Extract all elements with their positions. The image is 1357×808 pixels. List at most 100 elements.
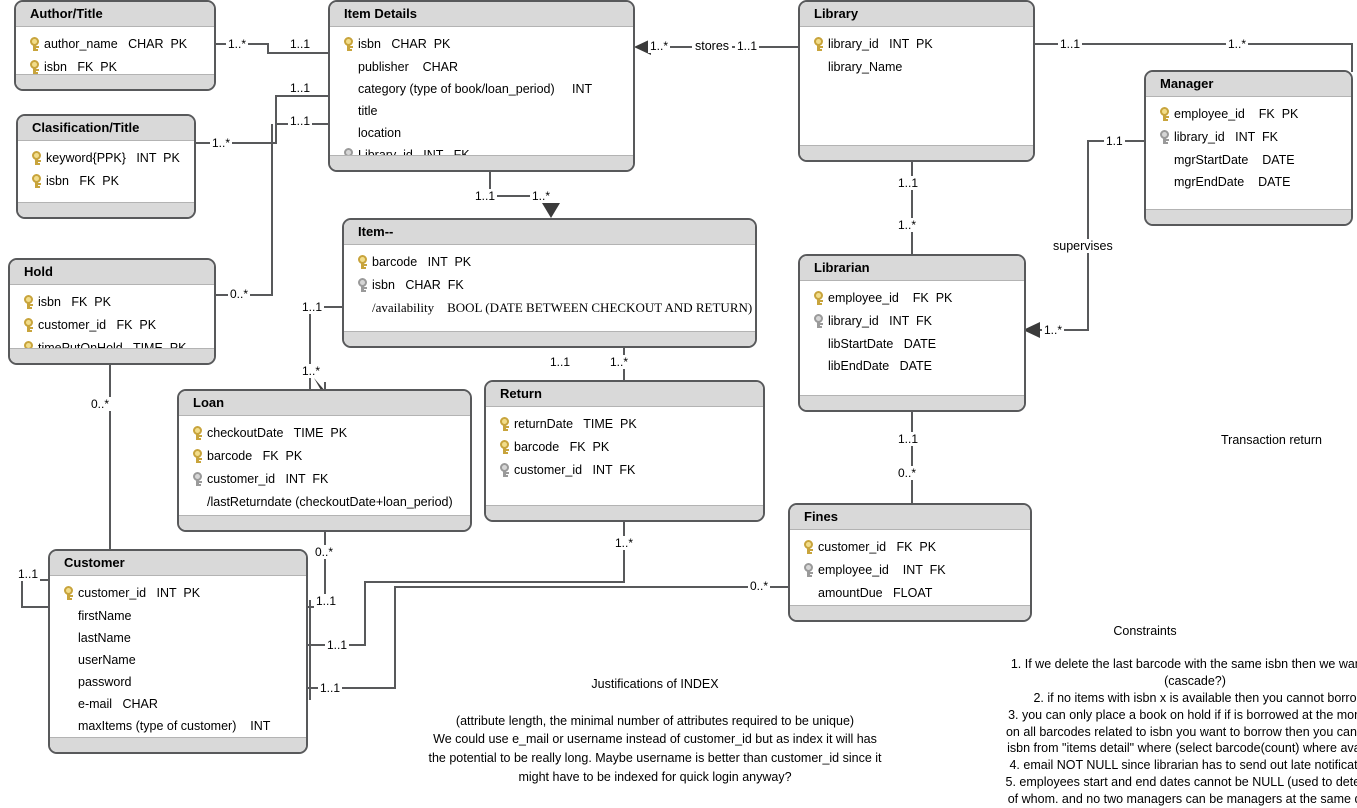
attribute-text: employee_id FK PK bbox=[1174, 107, 1299, 121]
entity-item[interactable]: Item-- barcode INT PK isbn CHAR FK /avai… bbox=[342, 218, 757, 348]
attribute-list: customer_id FK PK employee_id INT FK amo… bbox=[790, 530, 1030, 604]
entity-footer bbox=[18, 202, 194, 217]
attribute-row: password bbox=[50, 671, 306, 693]
attribute-row: employee_id FK PK bbox=[1146, 103, 1351, 126]
attribute-row: checkoutDate TIME PK bbox=[179, 422, 470, 445]
entity-title: Library bbox=[800, 2, 1033, 27]
attribute-row: barcode INT PK bbox=[344, 251, 755, 274]
er-diagram-canvas: Library (stores) --> bbox=[0, 0, 1357, 806]
cardinality-label-manager-left: 1.1 bbox=[1104, 134, 1125, 148]
key-icon-slot bbox=[808, 287, 828, 310]
entity-footer bbox=[1146, 209, 1351, 224]
attribute-row: userName bbox=[50, 649, 306, 671]
attribute-text: isbn CHAR FK bbox=[372, 278, 464, 292]
entity-footer bbox=[179, 515, 470, 530]
entity-loan[interactable]: Loan checkoutDate TIME PK barcode FK PK … bbox=[177, 389, 472, 532]
key-icon-slot bbox=[18, 291, 38, 314]
attribute-row: isbn CHAR PK bbox=[330, 33, 633, 56]
cardinality-label-itemdetails-bottom-left: 1..1 bbox=[473, 189, 498, 203]
attribute-row: barcode FK PK bbox=[486, 436, 763, 459]
foreign-key-icon bbox=[803, 563, 814, 577]
entity-customer[interactable]: Customer customer_id INT PK firstName la… bbox=[48, 549, 308, 754]
attribute-row: library_id INT FK bbox=[800, 310, 1024, 333]
entity-footer bbox=[330, 155, 633, 170]
attribute-list: employee_id FK PK library_id INT FK mgrS… bbox=[1146, 97, 1351, 193]
key-icon-slot bbox=[187, 422, 207, 445]
key-icon-slot bbox=[494, 459, 514, 482]
primary-key-icon bbox=[803, 540, 814, 554]
primary-key-icon bbox=[192, 426, 203, 440]
entity-footer bbox=[16, 74, 214, 89]
attribute-text: customer_id FK PK bbox=[818, 540, 937, 554]
attribute-row: title bbox=[330, 100, 633, 122]
entity-clasification-title[interactable]: Clasification/Title keyword{PPK} INT PK … bbox=[16, 114, 196, 219]
attribute-text: publisher CHAR bbox=[358, 60, 459, 74]
attribute-text: category (type of book/loan_period) INT bbox=[358, 82, 593, 96]
attribute-text: e-mail CHAR bbox=[78, 697, 158, 711]
key-icon-slot bbox=[808, 33, 828, 56]
entity-return[interactable]: Return returnDate TIME PK barcode FK PK … bbox=[484, 380, 765, 522]
attribute-text: library_id INT FK bbox=[1174, 130, 1278, 144]
cardinality-label-author-right: 1..* bbox=[226, 37, 249, 51]
key-icon-slot bbox=[352, 251, 372, 274]
primary-key-icon bbox=[357, 255, 368, 269]
entity-title: Item Details bbox=[330, 2, 633, 27]
key-icon-slot bbox=[1154, 126, 1174, 149]
attribute-text: libStartDate DATE bbox=[828, 337, 937, 351]
attribute-list: employee_id FK PK library_id INT FK libS… bbox=[800, 281, 1024, 377]
entity-manager[interactable]: Manager employee_id FK PK library_id INT… bbox=[1144, 70, 1353, 226]
entity-title: Return bbox=[486, 382, 763, 407]
cardinality-label-clasification-right: 1..* bbox=[210, 136, 233, 150]
key-icon-slot bbox=[798, 559, 818, 582]
primary-key-icon bbox=[499, 440, 510, 454]
entity-author-title[interactable]: Author/Title author_name CHAR PK isbn FK… bbox=[14, 0, 216, 91]
note-constraints-body: 1. If we delete the last barcode with th… bbox=[1005, 657, 1357, 806]
cardinality-label-item-bottom-left: 1..1 bbox=[548, 355, 573, 369]
key-icon-slot bbox=[494, 413, 514, 436]
foreign-key-icon bbox=[499, 463, 510, 477]
attribute-row: employee_id INT FK bbox=[790, 559, 1030, 582]
key-icon-slot bbox=[187, 468, 207, 491]
entity-title: Fines bbox=[790, 505, 1030, 530]
key-icon-slot bbox=[18, 314, 38, 337]
attribute-list: library_id INT PK library_Name bbox=[800, 27, 1033, 78]
attribute-row: returnDate TIME PK bbox=[486, 413, 763, 436]
cardinality-label-item-bottom-right: 1..* bbox=[608, 355, 631, 369]
primary-key-icon bbox=[1159, 107, 1170, 121]
entity-title: Librarian bbox=[800, 256, 1024, 281]
entity-footer bbox=[486, 505, 763, 520]
attribute-row: mgrEndDate DATE bbox=[1146, 171, 1351, 193]
primary-key-icon bbox=[499, 417, 510, 431]
cardinality-label-itemdetails-left1: 1..1 bbox=[288, 37, 313, 51]
cardinality-label-item-left: 1..1 bbox=[300, 300, 325, 314]
cardinality-label-librarian-top: 1..* bbox=[896, 218, 919, 232]
attribute-text: employee_id INT FK bbox=[818, 563, 946, 577]
entity-hold[interactable]: Hold isbn FK PK customer_id FK PK timePu… bbox=[8, 258, 216, 365]
attribute-row: firstName bbox=[50, 605, 306, 627]
cardinality-label-return-bottom: 1..* bbox=[613, 536, 636, 550]
primary-key-icon bbox=[813, 37, 824, 51]
primary-key-icon bbox=[31, 174, 42, 188]
cardinality-label-manager-right: 1..* bbox=[1226, 37, 1249, 51]
cardinality-label-customer-right1: 1..1 bbox=[314, 594, 339, 608]
primary-key-icon bbox=[29, 37, 40, 51]
attribute-text: library_id INT PK bbox=[828, 37, 933, 51]
attribute-row: customer_id INT FK bbox=[179, 468, 470, 491]
cardinality-label-fines-top: 0..* bbox=[896, 466, 919, 480]
attribute-row: publisher CHAR bbox=[330, 56, 633, 78]
entity-title: Item-- bbox=[344, 220, 755, 245]
attribute-list: returnDate TIME PK barcode FK PK custome… bbox=[486, 407, 763, 482]
entity-librarian[interactable]: Librarian employee_id FK PK library_id I… bbox=[798, 254, 1026, 412]
attribute-text: firstName bbox=[78, 609, 132, 623]
entity-fines[interactable]: Fines customer_id FK PK employee_id INT … bbox=[788, 503, 1032, 622]
primary-key-icon bbox=[813, 291, 824, 305]
attribute-row: keyword{PPK} INT PK bbox=[18, 147, 194, 170]
note-index: Justifications of INDEX (attribute lengt… bbox=[410, 656, 900, 786]
attribute-text: userName bbox=[78, 653, 136, 667]
key-icon-slot bbox=[24, 33, 44, 56]
attribute-row: barcode FK PK bbox=[179, 445, 470, 468]
key-icon-slot bbox=[1154, 103, 1174, 126]
cardinality-label-stores-right: 1..1 bbox=[735, 39, 760, 53]
entity-library[interactable]: Library library_id INT PK library_Name bbox=[798, 0, 1035, 162]
entity-item-details[interactable]: Item Details isbn CHAR PK publisher CHAR… bbox=[328, 0, 635, 172]
